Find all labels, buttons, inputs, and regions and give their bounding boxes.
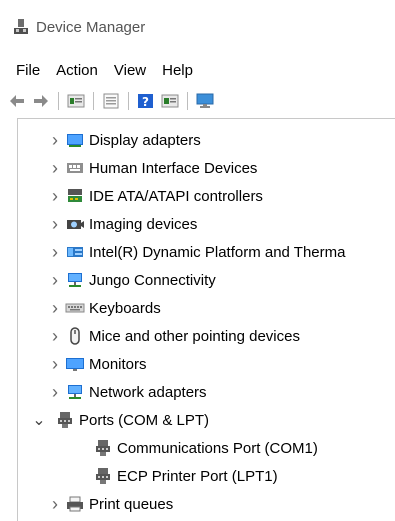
expand-chevron-icon[interactable]	[47, 159, 63, 177]
tree-item-keyboards[interactable]: Keyboards	[18, 294, 161, 322]
port-icon	[55, 411, 75, 429]
tree-item-label: ECP Printer Port (LPT1)	[117, 467, 278, 485]
tree-item-label: IDE ATA/ATAPI controllers	[89, 187, 263, 205]
help-icon[interactable]: ?	[135, 90, 157, 112]
keyboard-icon	[65, 299, 85, 317]
expand-chevron-icon[interactable]	[47, 215, 63, 233]
properties-icon[interactable]	[65, 90, 87, 112]
menu-help[interactable]: Help	[154, 62, 201, 79]
menu-action[interactable]: Action	[48, 62, 106, 79]
expand-chevron-icon[interactable]	[47, 271, 63, 289]
tree-item-label: Keyboards	[89, 299, 161, 317]
tree-item-label: Communications Port (COM1)	[117, 439, 318, 457]
tree-item-label: Intel(R) Dynamic Platform and Therma	[89, 243, 346, 261]
menu-file[interactable]: File	[8, 62, 48, 79]
mouse-icon	[65, 327, 85, 345]
device-tree: Display adapters Human Interface Devices…	[17, 118, 395, 521]
tree-item-ports[interactable]: Ports (COM & LPT)	[18, 406, 209, 434]
tree-item-label: Monitors	[89, 355, 147, 373]
expand-chevron-icon[interactable]	[47, 383, 63, 401]
toolbar: ?	[0, 89, 395, 113]
tree-item-label: Print queues	[89, 495, 174, 513]
expand-chevron-icon[interactable]	[47, 131, 63, 149]
intel-platform-icon	[65, 243, 85, 261]
view-icon[interactable]	[159, 90, 181, 112]
camera-icon	[65, 215, 85, 233]
tree-item-human-interface-devices[interactable]: Human Interface Devices	[18, 154, 257, 182]
network-adapter-icon	[65, 383, 85, 401]
toolbar-separator	[93, 92, 94, 110]
monitor-icon	[65, 355, 85, 373]
title-bar: Device Manager	[0, 0, 395, 54]
tree-item-ide-ata-atapi-controllers[interactable]: IDE ATA/ATAPI controllers	[18, 182, 263, 210]
tree-item-label: Ports (COM & LPT)	[79, 411, 210, 429]
tree-item-monitors[interactable]: Monitors	[18, 350, 147, 378]
tree-item-label: Display adapters	[89, 131, 201, 149]
expand-chevron-icon[interactable]	[47, 495, 63, 513]
tree-item-label: Human Interface Devices	[89, 159, 258, 177]
tree-item-network-adapters[interactable]: Network adapters	[18, 378, 207, 406]
tree-item-label: Jungo Connectivity	[89, 271, 216, 289]
tree-item-print-queues[interactable]: Print queues	[18, 490, 173, 518]
port-icon	[93, 467, 113, 485]
menu-view[interactable]: View	[106, 62, 154, 79]
expand-chevron-icon[interactable]	[47, 187, 63, 205]
expand-chevron-icon[interactable]	[47, 299, 63, 317]
tree-item-label: Mice and other pointing devices	[89, 327, 300, 345]
expand-chevron-icon[interactable]	[47, 243, 63, 261]
svg-text:?: ?	[142, 95, 149, 109]
printer-icon	[65, 495, 85, 513]
display-adapter-icon	[65, 131, 85, 149]
port-icon	[93, 439, 113, 457]
tree-item-intel-dynamic-platform[interactable]: Intel(R) Dynamic Platform and Therma	[18, 238, 345, 266]
tree-item-ecp-printer-port[interactable]: ECP Printer Port (LPT1)	[18, 462, 278, 490]
collapse-chevron-icon[interactable]	[31, 413, 47, 428]
forward-arrow-icon[interactable]	[30, 90, 52, 112]
tree-item-label: Network adapters	[89, 383, 207, 401]
tree-item-jungo-connectivity[interactable]: Jungo Connectivity	[18, 266, 216, 294]
toolbar-separator	[128, 92, 129, 110]
tree-item-label: Imaging devices	[89, 215, 198, 233]
expand-chevron-icon[interactable]	[47, 355, 63, 373]
tree-item-imaging-devices[interactable]: Imaging devices	[18, 210, 197, 238]
device-manager-icon	[12, 18, 30, 36]
ide-controller-icon	[65, 187, 85, 205]
hid-icon	[65, 159, 85, 177]
tree-item-mice[interactable]: Mice and other pointing devices	[18, 322, 300, 350]
toolbar-separator	[187, 92, 188, 110]
menu-bar: File Action View Help	[0, 58, 201, 82]
update-icon[interactable]	[100, 90, 122, 112]
monitor-scan-icon[interactable]	[194, 90, 216, 112]
expand-chevron-icon[interactable]	[47, 327, 63, 345]
window-title: Device Manager	[36, 18, 146, 36]
tree-item-display-adapters[interactable]: Display adapters	[18, 126, 201, 154]
tree-item-communications-port[interactable]: Communications Port (COM1)	[18, 434, 318, 462]
back-arrow-icon[interactable]	[6, 90, 28, 112]
network-icon	[65, 271, 85, 289]
toolbar-separator	[58, 92, 59, 110]
